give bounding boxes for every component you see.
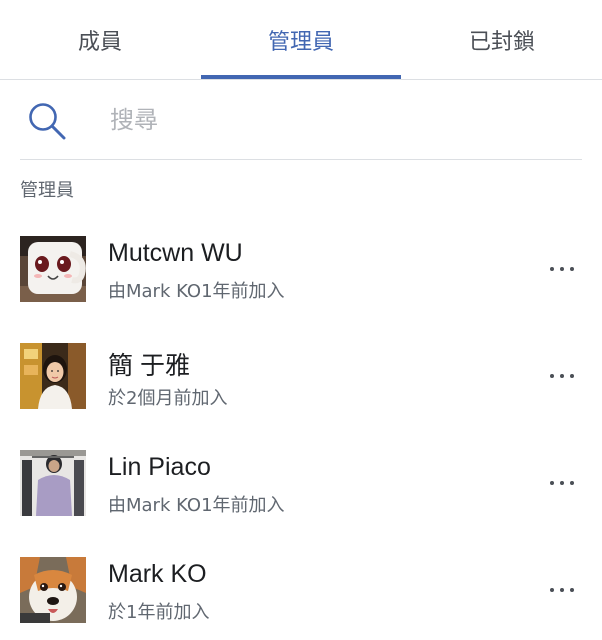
avatar[interactable] xyxy=(20,236,86,302)
member-name[interactable]: Mutcwn WU xyxy=(108,239,243,268)
tab-blocked[interactable]: 已封鎖 xyxy=(402,0,602,79)
member-row[interactable]: Mutcwn WU 由Mark KO1年前加入 xyxy=(0,219,602,319)
more-options-button[interactable] xyxy=(540,356,584,396)
member-row[interactable]: 簡 于雅 於2個月前加入 xyxy=(0,326,602,426)
search-bar xyxy=(20,80,582,160)
tab-members[interactable]: 成員 xyxy=(0,0,200,79)
more-dots-icon xyxy=(550,374,554,378)
avatar[interactable] xyxy=(20,450,86,516)
member-name[interactable]: 簡 于雅 xyxy=(108,346,190,382)
member-join-info: 於2個月前加入 xyxy=(108,388,228,409)
search-input[interactable] xyxy=(110,98,570,142)
active-tab-indicator xyxy=(201,75,401,79)
member-join-info: 由Mark KO1年前加入 xyxy=(108,281,285,302)
member-name[interactable]: Lin Piaco xyxy=(108,453,211,482)
avatar[interactable] xyxy=(20,557,86,623)
section-title: 管理員 xyxy=(20,180,74,201)
group-members-screen: 成員 管理員 已封鎖 管理員 xyxy=(0,0,602,640)
member-join-info: 由Mark KO1年前加入 xyxy=(108,495,285,516)
more-dots-icon xyxy=(550,267,554,271)
member-row[interactable]: Mark KO 於1年前加入 xyxy=(0,540,602,640)
member-join-info: 於1年前加入 xyxy=(108,602,210,623)
tab-admins[interactable]: 管理員 xyxy=(201,0,401,79)
more-dots-icon xyxy=(550,481,554,485)
more-options-button[interactable] xyxy=(540,570,584,610)
more-dots-icon xyxy=(550,588,554,592)
more-options-button[interactable] xyxy=(540,249,584,289)
tab-bar: 成員 管理員 已封鎖 xyxy=(0,0,602,80)
member-row[interactable]: Lin Piaco 由Mark KO1年前加入 xyxy=(0,433,602,533)
more-options-button[interactable] xyxy=(540,463,584,503)
search-icon[interactable] xyxy=(26,100,68,142)
member-name[interactable]: Mark KO xyxy=(108,560,207,589)
avatar[interactable] xyxy=(20,343,86,409)
